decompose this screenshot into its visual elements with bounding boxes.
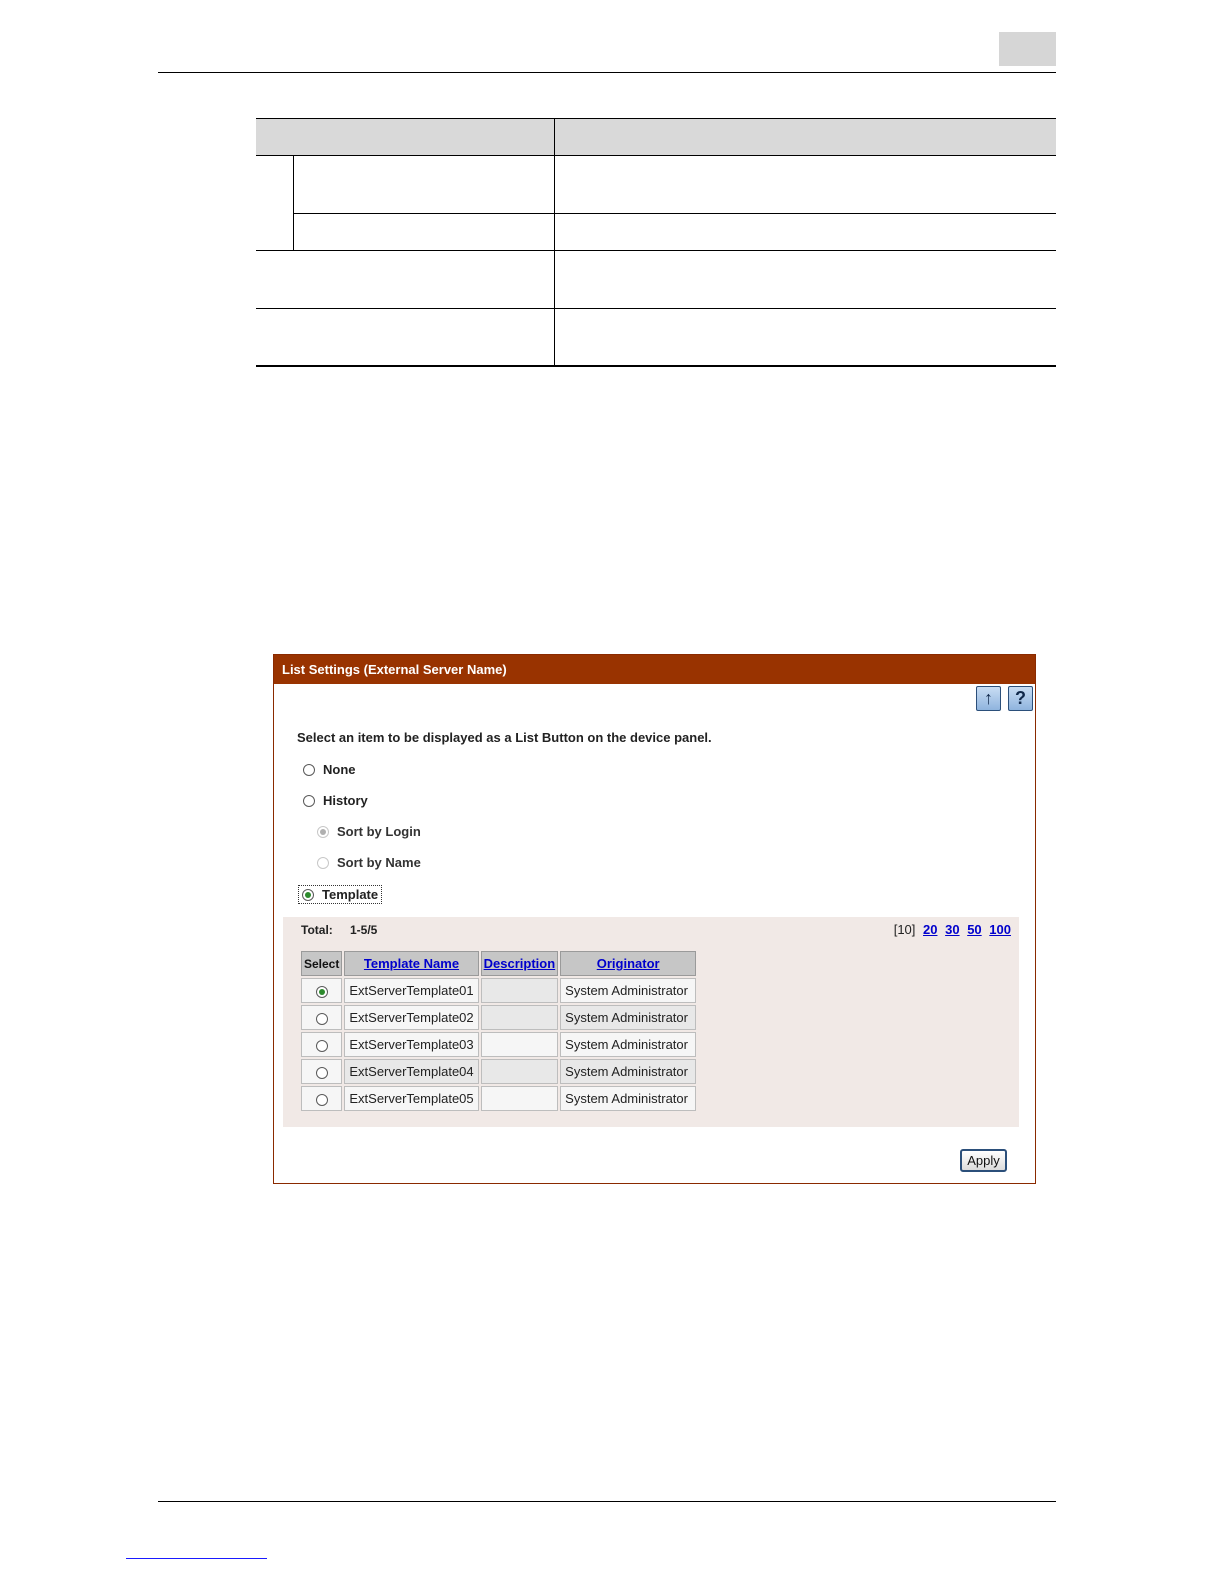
option-sort-by-name-label: Sort by Name [337, 855, 421, 870]
row-radio[interactable] [315, 1093, 328, 1106]
template-name-cell: ExtServerTemplate02 [344, 1005, 479, 1030]
option-sort-by-login[interactable]: Sort by Login [317, 824, 421, 839]
template-name-cell: ExtServerTemplate04 [344, 1059, 479, 1084]
template-focus-box[interactable]: Template [298, 885, 383, 904]
table-line [293, 213, 1056, 214]
option-none-label: None [323, 762, 356, 777]
page-size-20-link[interactable]: 20 [923, 922, 937, 937]
table-line [256, 118, 1056, 119]
table-row: ExtServerTemplate05 System Administrator [301, 1086, 697, 1111]
description-cell [480, 1005, 559, 1030]
select-cell[interactable] [301, 978, 343, 1003]
select-cell[interactable] [301, 1086, 343, 1111]
table-row: ExtServerTemplate02 System Administrator [301, 1005, 697, 1030]
help-icon[interactable]: ? [1008, 686, 1033, 711]
total-value: 1-5/5 [350, 923, 378, 937]
dialog-title: List Settings (External Server Name) [274, 655, 1035, 684]
radio-sort-by-name[interactable] [317, 856, 329, 869]
sort-description-link[interactable]: Description [484, 956, 556, 971]
originator-cell: System Administrator [560, 1086, 697, 1111]
row-radio[interactable] [315, 1039, 328, 1052]
table-line [256, 308, 1056, 309]
apply-button[interactable]: Apply [960, 1149, 1007, 1172]
description-cell [480, 978, 559, 1003]
description-cell [480, 1086, 559, 1111]
description-cell [480, 1032, 559, 1057]
originator-cell: System Administrator [560, 1032, 697, 1057]
column-originator[interactable]: Originator [560, 951, 697, 976]
originator-cell: System Administrator [560, 1059, 697, 1084]
table-header-row: Select Template Name Description Origina… [301, 951, 697, 976]
up-arrow-icon[interactable]: ↑ [976, 686, 1001, 711]
template-list-panel: Total: 1-5/5 [10] 20 30 50 100 Select Te… [283, 917, 1019, 1127]
column-template-name[interactable]: Template Name [344, 951, 479, 976]
select-cell[interactable] [301, 1059, 343, 1084]
page-size-current: [10] [893, 922, 916, 937]
radio-history[interactable] [303, 794, 315, 807]
radio-sort-by-login[interactable] [317, 825, 329, 838]
table-line [256, 155, 1056, 156]
list-settings-dialog: List Settings (External Server Name) ↑ ?… [273, 654, 1036, 1184]
column-select: Select [301, 951, 343, 976]
option-history-label: History [323, 793, 368, 808]
total-label: Total: [301, 923, 333, 937]
row-radio[interactable] [315, 1066, 328, 1079]
option-sort-by-name[interactable]: Sort by Name [317, 855, 421, 870]
table-line [293, 155, 294, 250]
radio-none[interactable] [303, 763, 315, 776]
select-cell[interactable] [301, 1005, 343, 1030]
originator-cell: System Administrator [560, 1005, 697, 1030]
footer-rule [158, 1501, 1056, 1502]
table-row: ExtServerTemplate04 System Administrator [301, 1059, 697, 1084]
template-table: Select Template Name Description Origina… [299, 949, 698, 1113]
template-name-cell: ExtServerTemplate05 [344, 1086, 479, 1111]
page-size-50-link[interactable]: 50 [967, 922, 981, 937]
option-template-label: Template [322, 887, 379, 902]
originator-cell: System Administrator [560, 978, 697, 1003]
row-radio[interactable] [315, 1012, 328, 1025]
column-description[interactable]: Description [480, 951, 559, 976]
radio-template[interactable] [302, 888, 314, 901]
table-row: ExtServerTemplate03 System Administrator [301, 1032, 697, 1057]
table-line [554, 118, 555, 367]
template-name-cell: ExtServerTemplate01 [344, 978, 479, 1003]
option-template[interactable]: Template [298, 885, 383, 904]
option-none[interactable]: None [303, 762, 356, 777]
manual-table [256, 118, 1056, 367]
header-rule [158, 72, 1056, 73]
table-line [256, 250, 1056, 251]
page-size-100-link[interactable]: 100 [989, 922, 1011, 937]
select-cell[interactable] [301, 1032, 343, 1057]
option-history[interactable]: History [303, 793, 368, 808]
manual-table-header [256, 118, 1056, 155]
instruction-text: Select an item to be displayed as a List… [297, 730, 712, 745]
table-line [256, 365, 1056, 367]
sort-template-name-link[interactable]: Template Name [364, 956, 459, 971]
table-row: ExtServerTemplate01 System Administrator [301, 978, 697, 1003]
option-sort-by-login-label: Sort by Login [337, 824, 421, 839]
page-size-30-link[interactable]: 30 [945, 922, 959, 937]
sort-originator-link[interactable]: Originator [597, 956, 660, 971]
description-cell [480, 1059, 559, 1084]
page-number-tab [999, 32, 1056, 66]
page-size-selector: [10] 20 30 50 100 [894, 922, 1011, 937]
row-radio[interactable] [315, 985, 328, 998]
footer-link-underline[interactable] [126, 1558, 267, 1559]
template-name-cell: ExtServerTemplate03 [344, 1032, 479, 1057]
